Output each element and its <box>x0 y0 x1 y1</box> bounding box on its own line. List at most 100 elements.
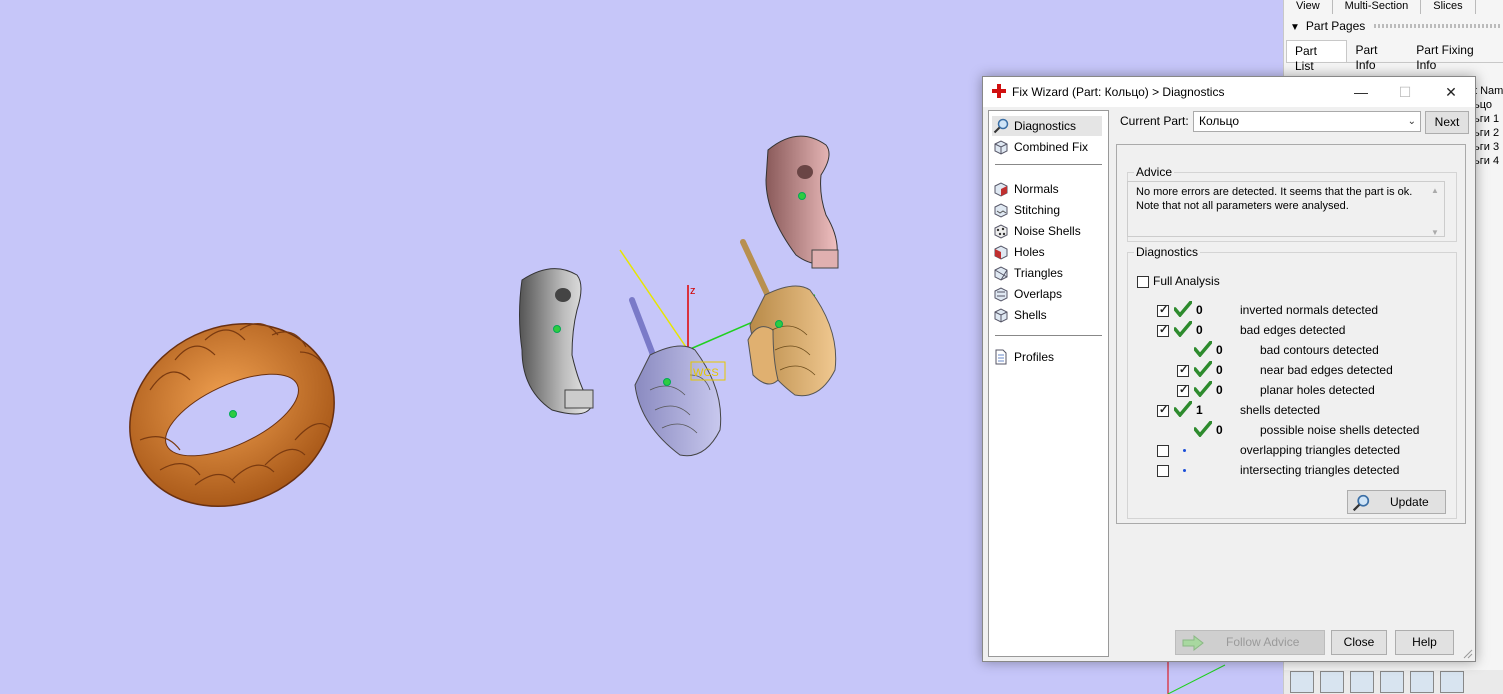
row-text: bad contours detected <box>1260 343 1379 357</box>
toolbar-cube-delete-icon[interactable] <box>1410 671 1434 693</box>
grey-earring-model <box>519 268 594 415</box>
arrow-right-icon <box>1182 635 1204 651</box>
update-label: Update <box>1390 495 1429 509</box>
full-analysis-checkbox[interactable] <box>1137 276 1149 288</box>
ok-check-icon <box>1194 381 1212 397</box>
advice-scrollbar[interactable]: ▲ ▼ <box>1428 184 1442 237</box>
nav-label: Triangles <box>1014 266 1063 280</box>
nav-label: Shells <box>1014 308 1047 322</box>
advice-title: Advice <box>1134 165 1175 179</box>
nav-item-noise-shells[interactable]: Noise Shells <box>992 221 1102 241</box>
nav-item-overlaps[interactable]: Overlaps <box>992 284 1102 304</box>
dialog-title: Fix Wizard (Part: Кольцо) > Diagnostics <box>1012 85 1225 99</box>
tab-part-fixing-info[interactable]: Part Fixing Info <box>1408 40 1503 72</box>
nav-item-holes[interactable]: Holes <box>992 242 1102 262</box>
list-item[interactable]: ьцо <box>1474 98 1503 112</box>
near-bad-edges-checkbox[interactable] <box>1177 363 1189 377</box>
chevron-down-icon: ⌄ <box>1407 116 1416 127</box>
inverted-normals-checkbox[interactable] <box>1157 303 1169 317</box>
tab-part-info[interactable]: Part Info <box>1347 40 1408 72</box>
nav-item-diagnostics[interactable]: Diagnostics <box>992 116 1102 136</box>
current-part-label: Current Part: <box>1120 114 1189 128</box>
part-list-column: t Nam ьцо ьги 1 ьги 2 ьги 3 ьги 4 <box>1474 84 1503 168</box>
maximize-icon: ☐ <box>1398 84 1412 100</box>
list-item[interactable]: ьги 4 <box>1474 154 1503 168</box>
close-button[interactable]: Close <box>1331 630 1387 655</box>
intersecting-triangles-checkbox[interactable] <box>1157 465 1169 477</box>
row-count: 0 <box>1216 383 1223 397</box>
overlapping-triangles-checkbox[interactable] <box>1157 445 1169 457</box>
toolbar-cube-gear-icon[interactable] <box>1350 671 1374 693</box>
column-header[interactable]: t Nam <box>1474 84 1503 98</box>
row-text: overlapping triangles detected <box>1240 443 1401 457</box>
nav-label: Normals <box>1014 182 1059 196</box>
list-item[interactable]: ьги 3 <box>1474 140 1503 154</box>
toolbar-cube-tool-icon[interactable] <box>1380 671 1404 693</box>
wcs-label: WCS <box>693 367 719 379</box>
holes-cube-icon <box>992 244 1009 261</box>
close-icon[interactable]: ✕ <box>1437 81 1465 103</box>
noise-shells-icon <box>992 223 1009 240</box>
update-button[interactable]: Update <box>1347 490 1446 514</box>
nav-item-triangles[interactable]: Triangles <box>992 263 1102 283</box>
nav-label: Noise Shells <box>1014 224 1081 238</box>
current-part-select[interactable]: Кольцо ⌄ <box>1193 111 1421 132</box>
nav-label: Holes <box>1014 245 1045 259</box>
resize-grip-icon[interactable] <box>1463 649 1473 659</box>
row-text: inverted normals detected <box>1240 303 1379 317</box>
row-count: 0 <box>1196 303 1203 317</box>
shells-checkbox[interactable] <box>1157 403 1169 417</box>
nav-label: Combined Fix <box>1014 140 1089 154</box>
nav-label: Stitching <box>1014 203 1061 217</box>
row-count: 0 <box>1216 363 1223 377</box>
tab-multi-section[interactable]: Multi-Section <box>1333 0 1422 14</box>
normals-cube-icon <box>992 181 1009 198</box>
row-text: shells detected <box>1240 403 1321 417</box>
shells-cube-icon <box>992 307 1009 324</box>
ok-check-icon <box>1194 421 1212 437</box>
diagnostics-panel: Advice No more errors are detected. It s… <box>1116 144 1466 524</box>
list-item[interactable]: ьги 2 <box>1474 126 1503 140</box>
bottom-toolbar <box>1284 670 1503 694</box>
not-run-dot-icon <box>1183 449 1186 452</box>
nav-item-shells[interactable]: Shells <box>992 305 1102 325</box>
planar-holes-checkbox[interactable] <box>1177 383 1189 397</box>
cube-icon <box>992 139 1009 156</box>
toolbar-cubes-icon[interactable] <box>1440 671 1464 693</box>
toolbar-cube-icon[interactable] <box>1290 671 1314 693</box>
nav-item-combined-fix[interactable]: Combined Fix <box>992 137 1102 157</box>
next-button[interactable]: Next <box>1425 111 1469 134</box>
follow-advice-button: Follow Advice <box>1175 630 1325 655</box>
drag-grip[interactable] <box>1374 24 1500 28</box>
dialog-titlebar[interactable]: Fix Wizard (Part: Кольцо) > Diagnostics … <box>983 77 1475 107</box>
magnifier-icon <box>992 118 1009 135</box>
toolbar-check-icon[interactable] <box>1320 671 1344 693</box>
diagnostics-title: Diagnostics <box>1134 245 1201 259</box>
nav-item-normals[interactable]: Normals <box>992 179 1102 199</box>
tab-part-list[interactable]: Part List <box>1286 40 1348 73</box>
tab-slices[interactable]: Slices <box>1421 0 1476 14</box>
ok-check-icon <box>1174 301 1192 317</box>
nav-divider <box>995 335 1102 336</box>
nav-item-stitching[interactable]: Stitching <box>992 200 1102 220</box>
ring-model <box>129 322 335 508</box>
part-subtabs: Part List Part Info Part Fixing Info <box>1286 40 1503 73</box>
red-cross-icon <box>992 84 1006 98</box>
bad-edges-checkbox[interactable] <box>1157 323 1169 337</box>
advice-text-box: No more errors are detected. It seems th… <box>1127 181 1445 237</box>
nav-item-profiles[interactable]: Profiles <box>992 347 1102 367</box>
list-item[interactable]: ьги 1 <box>1474 112 1503 126</box>
minimize-icon[interactable]: — <box>1347 81 1375 103</box>
nav-divider <box>995 164 1102 165</box>
tab-view[interactable]: View <box>1284 0 1333 14</box>
collapse-triangle-icon[interactable]: ▼ <box>1290 22 1300 33</box>
z-axis-label: z <box>690 285 696 297</box>
row-text: bad edges detected <box>1240 323 1346 337</box>
follow-advice-label: Follow Advice <box>1226 635 1300 649</box>
document-icon <box>992 349 1009 366</box>
stitching-cube-icon <box>992 202 1009 219</box>
part-pages-header[interactable]: ▼ Part Pages <box>1290 17 1503 35</box>
nav-label: Diagnostics <box>1014 119 1077 133</box>
help-button[interactable]: Help <box>1395 630 1454 655</box>
row-count: 1 <box>1196 403 1203 417</box>
